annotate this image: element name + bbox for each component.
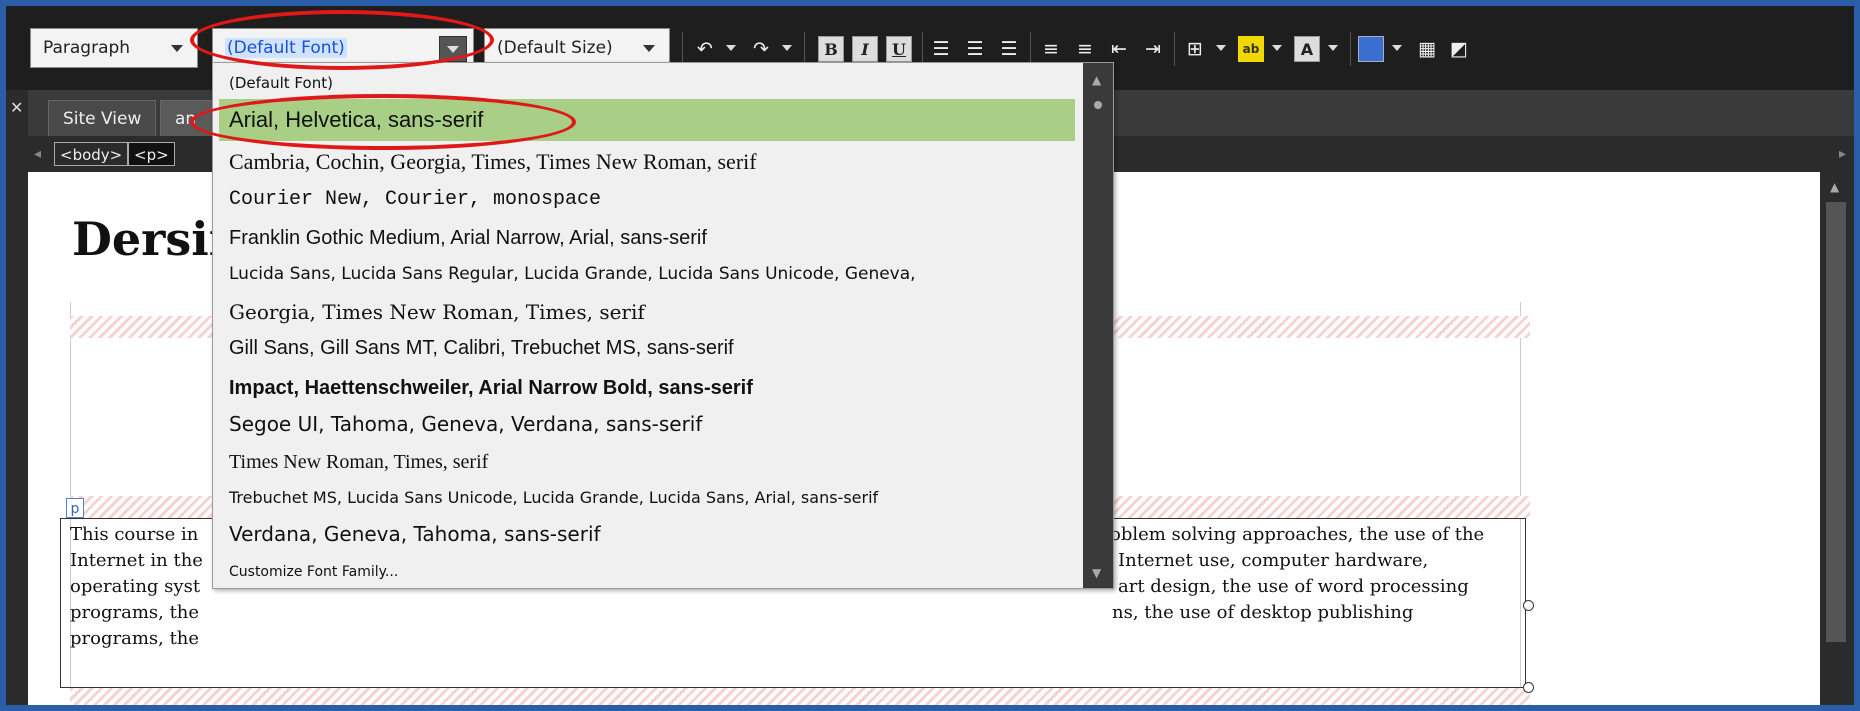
font-option-verdana[interactable]: Verdana, Geneva, Tahoma, sans-serif [219, 515, 1075, 553]
font-option-segoe[interactable]: Segoe UI, Tahoma, Geneva, Verdana, sans-… [219, 405, 1075, 443]
font-size-value: (Default Size) [497, 38, 613, 58]
breadcrumb-p[interactable]: <p> [128, 142, 175, 166]
redo-icon[interactable]: ↷ [748, 36, 774, 62]
font-option-lucida[interactable]: Lucida Sans, Lucida Sans Regular, Lucida… [219, 255, 1075, 293]
body-text-line: ns, the use of desktop publishing [1112, 602, 1414, 623]
layout-icon[interactable]: ▦ [1414, 36, 1440, 62]
resize-handle[interactable] [1523, 600, 1534, 611]
dropdown-scrollbar[interactable]: ▲ ▼ [1083, 63, 1113, 588]
body-text-line: Internet use, computer hardware, [1118, 550, 1429, 571]
insert-table-dropdown-icon[interactable] [1392, 45, 1402, 51]
table-dropdown-icon[interactable] [1216, 45, 1226, 51]
font-option-gill-sans[interactable]: Gill Sans, Gill Sans MT, Calibri, Trebuc… [219, 329, 1075, 367]
paragraph-marker[interactable]: p [66, 498, 84, 518]
annotation-ellipse [190, 94, 576, 150]
body-text-line: operating syst [70, 576, 201, 597]
scroll-down-icon[interactable]: ▼ [1092, 566, 1101, 580]
outdent-icon[interactable]: ⇤ [1106, 36, 1132, 62]
body-text-line: This course in [70, 524, 199, 545]
breadcrumb-body[interactable]: <body> [54, 142, 129, 166]
close-icon[interactable]: ✕ [10, 98, 23, 117]
body-text-line: art design, the use of word processing [1118, 576, 1469, 597]
italic-icon[interactable]: I [852, 36, 878, 62]
paragraph-format-select[interactable]: Paragraph [30, 28, 198, 68]
body-text-line: oblem solving approaches, the use of the [1110, 524, 1485, 545]
font-option-impact[interactable]: Impact, Haettenschweiler, Arial Narrow B… [219, 369, 1075, 407]
chevron-down-icon [171, 45, 183, 52]
indent-icon[interactable]: ⇥ [1140, 36, 1166, 62]
undo-icon[interactable]: ↶ [692, 36, 718, 62]
underline-icon[interactable]: U [886, 36, 912, 62]
insert-table-icon[interactable] [1358, 36, 1384, 62]
annotation-ellipse [190, 10, 494, 70]
tab-site-view[interactable]: Site View [48, 100, 157, 136]
scrollbar-thumb[interactable] [1094, 101, 1102, 109]
highlight-icon[interactable]: ab [1238, 36, 1264, 62]
chevron-down-icon [643, 45, 655, 52]
highlight-dropdown-icon[interactable] [1272, 45, 1282, 51]
undo-dropdown-icon[interactable] [726, 45, 736, 51]
align-left-icon[interactable]: ☰ [928, 36, 954, 62]
unordered-list-icon[interactable]: ≡ [1072, 36, 1098, 62]
font-color-icon[interactable]: A [1294, 36, 1320, 62]
paragraph-format-value: Paragraph [43, 38, 131, 58]
scroll-left-icon[interactable]: ◂ [34, 146, 41, 162]
customize-font-family-link[interactable]: Customize Font Family... [219, 553, 1075, 588]
font-option-franklin[interactable]: Franklin Gothic Medium, Arial Narrow, Ar… [219, 219, 1075, 257]
align-center-icon[interactable]: ☰ [962, 36, 988, 62]
left-panel-edge: ✕ [6, 90, 28, 705]
scroll-right-icon[interactable]: ▸ [1839, 146, 1846, 162]
font-option-times[interactable]: Times New Roman, Times, serif [219, 443, 1075, 481]
more-icon[interactable]: ◩ [1446, 36, 1472, 62]
body-text-line: programs, the [70, 628, 200, 649]
scroll-up-icon[interactable]: ▲ [1092, 73, 1101, 87]
scrollbar-thumb[interactable] [1826, 202, 1846, 642]
editor-scrollbar[interactable]: ▲ [1820, 172, 1854, 705]
bold-icon[interactable]: B [818, 36, 844, 62]
table-icon[interactable]: ⊞ [1182, 36, 1208, 62]
body-text-line: programs, the [70, 602, 200, 623]
font-option-georgia[interactable]: Georgia, Times New Roman, Times, serif [219, 293, 1075, 331]
scroll-up-icon[interactable]: ▲ [1830, 180, 1839, 194]
align-right-icon[interactable]: ☰ [996, 36, 1022, 62]
font-option-courier[interactable]: Courier New, Courier, monospace [219, 181, 1075, 219]
editor-window: Paragraph (Default Font) (Default Size) … [6, 6, 1854, 705]
redo-dropdown-icon[interactable] [782, 45, 792, 51]
font-option-trebuchet[interactable]: Trebuchet MS, Lucida Sans Unicode, Lucid… [219, 479, 1075, 517]
resize-handle[interactable] [1523, 682, 1534, 693]
ordered-list-icon[interactable]: ≡ [1038, 36, 1064, 62]
font-color-dropdown-icon[interactable] [1328, 45, 1338, 51]
body-text-line: Internet in the [70, 550, 203, 571]
